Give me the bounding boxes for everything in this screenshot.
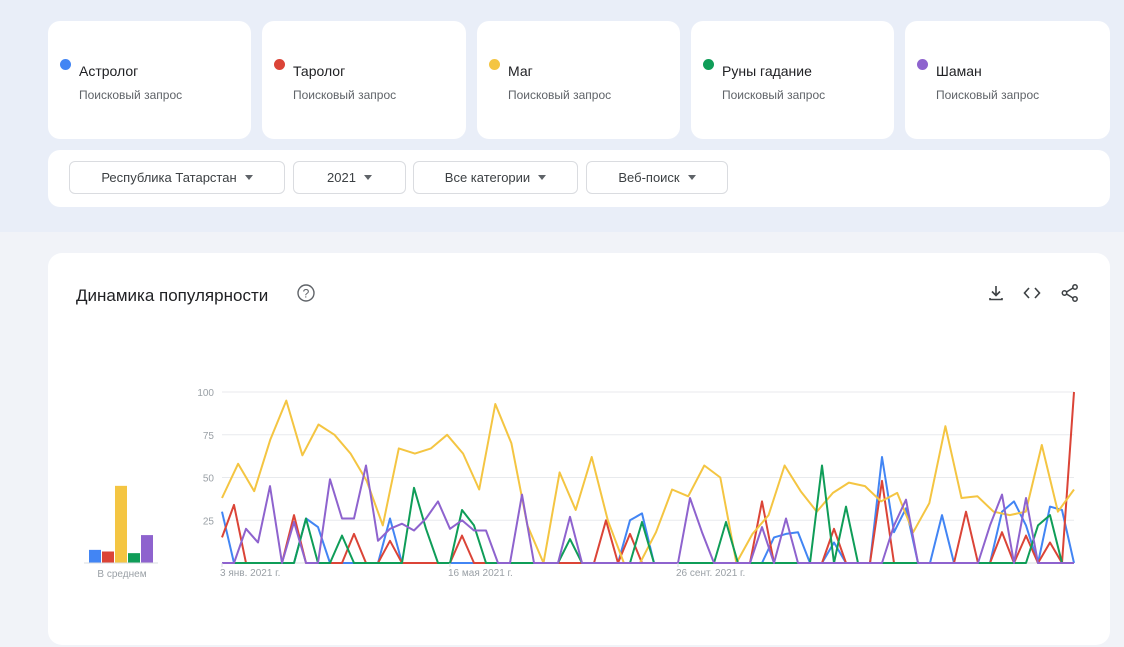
term-card-astrolog[interactable]: Астролог Поисковый запрос (48, 21, 251, 139)
term-label: Таролог (293, 63, 346, 79)
caret-down-icon (363, 175, 372, 180)
y-tick-label: 25 (203, 516, 215, 527)
term-card-shaman[interactable]: Шаман Поисковый запрос (905, 21, 1110, 139)
term-label: Шаман (936, 63, 982, 79)
x-tick-label: 16 мая 2021 г. (448, 568, 513, 579)
term-color-dot (917, 59, 928, 70)
caret-down-icon (538, 175, 547, 180)
term-card-runy[interactable]: Руны гадание Поисковый запрос (691, 21, 894, 139)
average-bar-Таролог (102, 551, 114, 563)
caret-down-icon (687, 175, 696, 180)
caret-down-icon (244, 175, 253, 180)
category-dropdown-label: Все категории (444, 170, 531, 185)
period-dropdown-label: 2021 (327, 170, 356, 185)
region-dropdown-label: Республика Татарстан (101, 170, 237, 185)
average-bar-Руны гадание (128, 553, 140, 563)
term-sublabel: Поисковый запрос (508, 88, 612, 102)
term-label: Маг (508, 63, 533, 79)
interest-over-time-panel: Динамика популярности ? 25 50 75 100 3 янв. … (48, 253, 1110, 645)
term-card-mag[interactable]: Маг Поисковый запрос (477, 21, 680, 139)
term-color-dot (489, 59, 500, 70)
period-dropdown[interactable]: 2021 (293, 161, 406, 194)
term-sublabel: Поисковый запрос (936, 88, 1040, 102)
average-label: В среднем (97, 569, 146, 580)
term-label: Астролог (79, 63, 139, 79)
term-sublabel: Поисковый запрос (293, 88, 397, 102)
x-tick-label: 26 сент. 2021 г. (676, 568, 745, 579)
term-sublabel: Поисковый запрос (722, 88, 826, 102)
term-card-tarolog[interactable]: Таролог Поисковый запрос (262, 21, 466, 139)
region-dropdown[interactable]: Республика Татарстан (69, 161, 285, 194)
y-tick-label: 100 (197, 388, 214, 399)
term-label: Руны гадание (722, 63, 812, 79)
category-dropdown[interactable]: Все категории (413, 161, 578, 194)
average-bar-Шаман (141, 535, 153, 563)
y-tick-label: 50 (203, 474, 215, 485)
filter-bar: Республика Татарстан 2021 Все категории … (48, 150, 1110, 207)
term-sublabel: Поисковый запрос (79, 88, 183, 102)
average-bar-Астролог (89, 549, 101, 563)
term-color-dot (274, 59, 285, 70)
search-type-dropdown-label: Веб-поиск (618, 170, 680, 185)
y-tick-label: 75 (203, 431, 215, 442)
term-color-dot (60, 59, 71, 70)
trend-chart: 25 50 75 100 3 янв. 2021 г. 16 мая 2021 г. 26 … (84, 388, 1075, 580)
x-tick-label: 3 янв. 2021 г. (220, 568, 280, 579)
search-type-dropdown[interactable]: Веб-поиск (586, 161, 728, 194)
average-bar-Маг (115, 485, 127, 563)
term-color-dot (703, 59, 714, 70)
